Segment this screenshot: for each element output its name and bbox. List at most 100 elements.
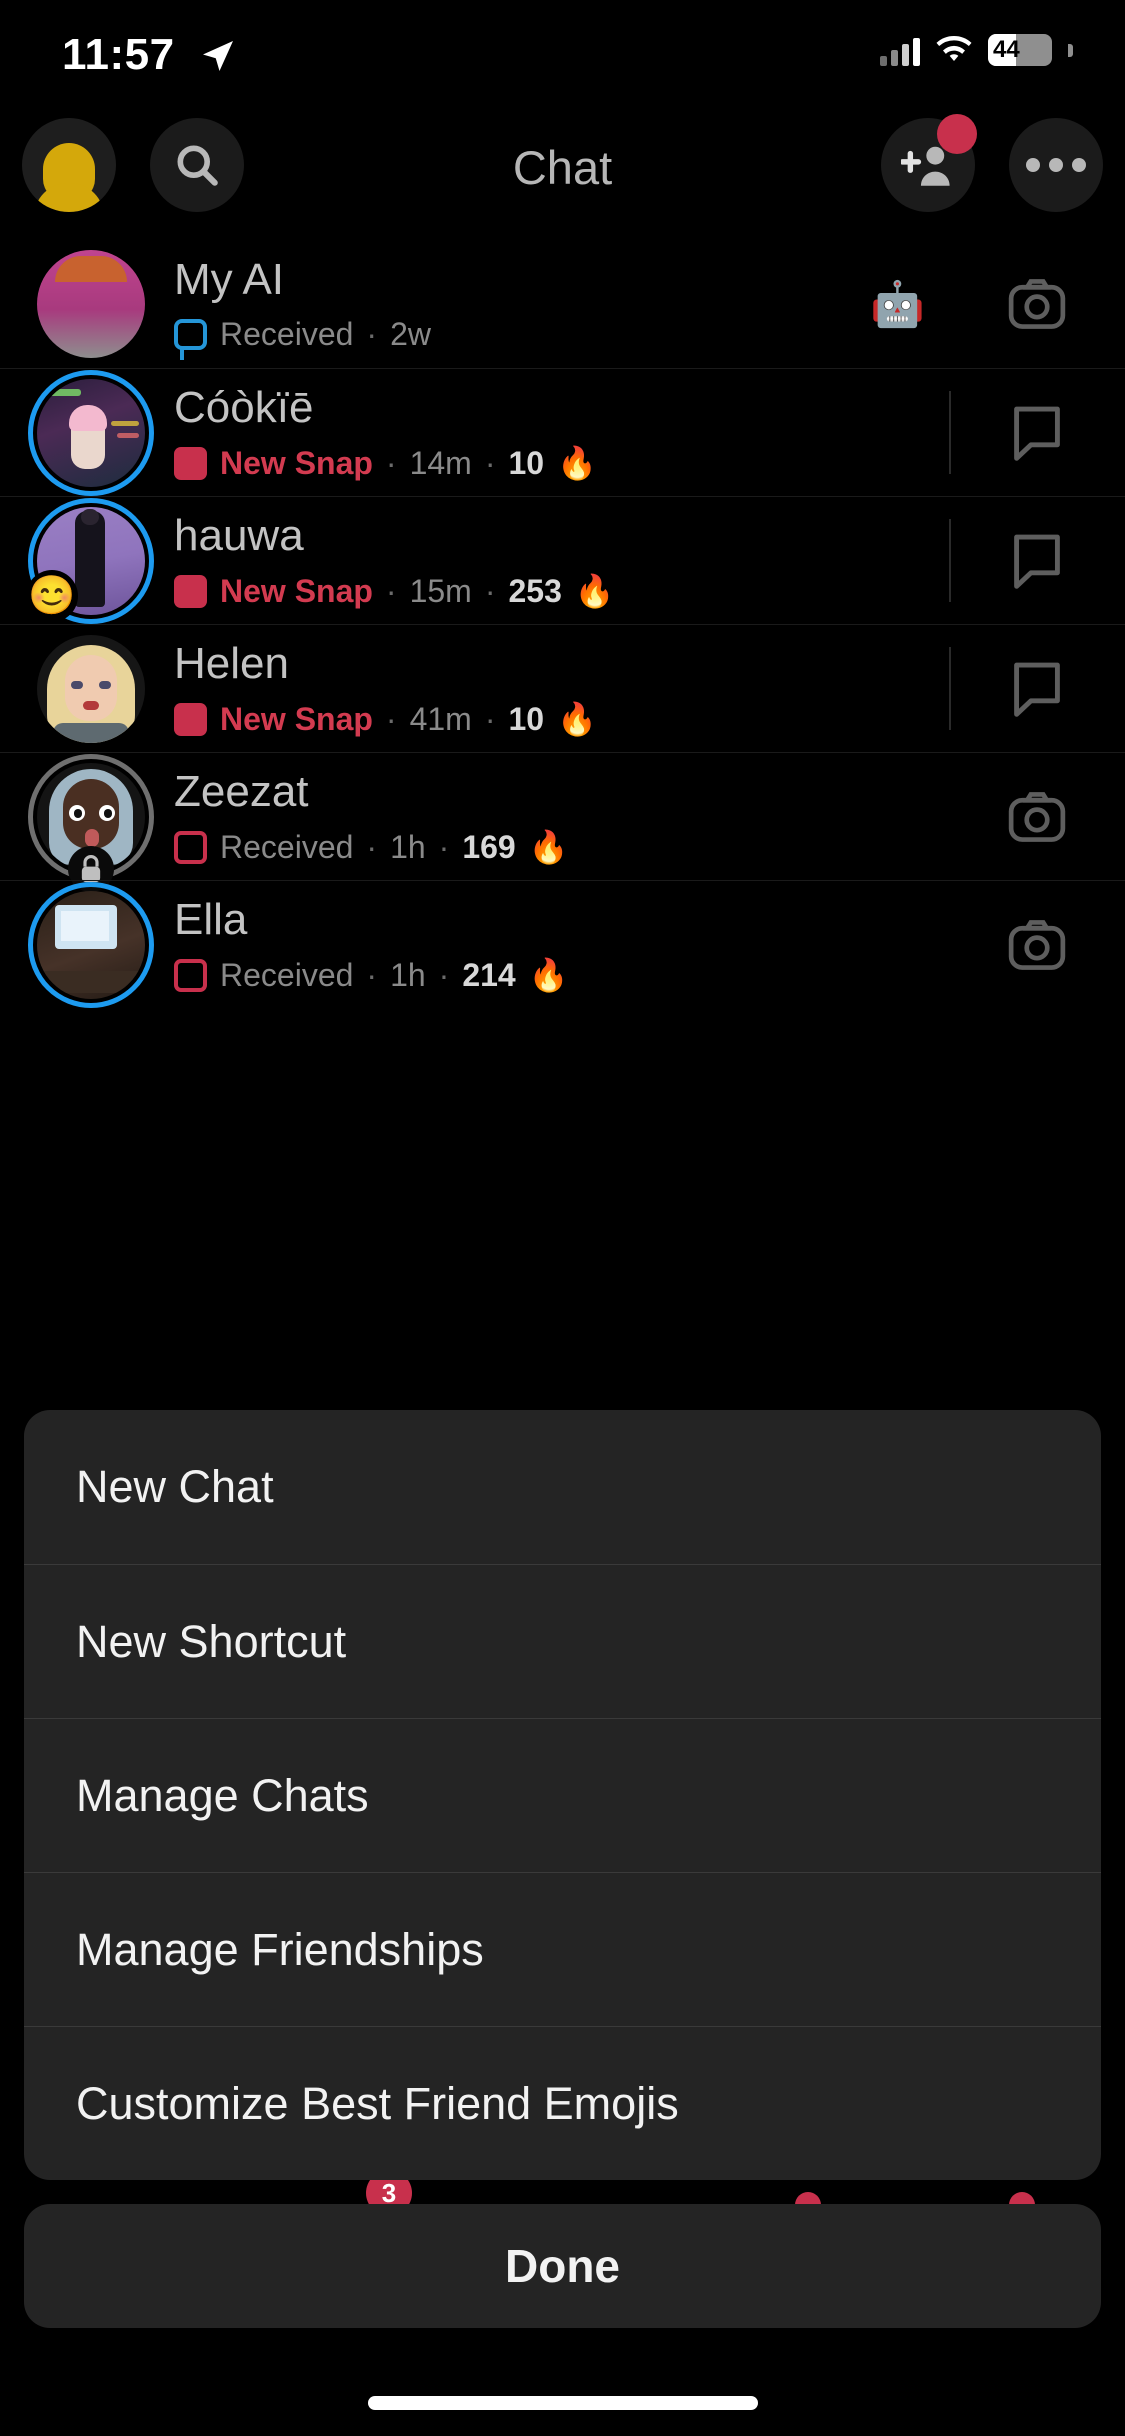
avatar[interactable] bbox=[28, 753, 154, 892]
status-separator: · bbox=[366, 828, 378, 865]
chat-timestamp: 1h bbox=[390, 828, 426, 865]
chat-action-camera[interactable] bbox=[949, 881, 1125, 1008]
snap-square-filled-icon bbox=[174, 702, 207, 736]
friend-emoji-badge: 😊 bbox=[26, 569, 78, 622]
robot-emoji-icon: 🤖 bbox=[870, 280, 925, 329]
chat-timestamp: 15m bbox=[409, 572, 472, 609]
chat-row-my-ai[interactable]: My AI Received · 2w 🤖 bbox=[0, 240, 1125, 368]
chat-timestamp: 14m bbox=[409, 444, 472, 481]
avatar-image-helen bbox=[37, 634, 145, 743]
streak-count: 10 bbox=[508, 444, 545, 481]
chat-list: My AI Received · 2w 🤖 Cóòkïē New Snap ·… bbox=[0, 240, 1125, 1008]
location-arrow-icon bbox=[203, 41, 233, 71]
chat-name: Cóòkïē bbox=[174, 382, 314, 432]
status-separator: · bbox=[484, 444, 496, 481]
battery-percent: 44 bbox=[993, 36, 1020, 63]
chat-status-label: New Snap bbox=[220, 572, 373, 609]
more-options-icon bbox=[1026, 158, 1086, 172]
chat-name: hauwa bbox=[174, 510, 304, 560]
status-bar: 11:57 44 bbox=[0, 0, 1125, 118]
chat-bubble-icon bbox=[1014, 534, 1060, 589]
chat-action-chat[interactable] bbox=[949, 497, 1125, 624]
battery-icon: 44 bbox=[988, 34, 1052, 66]
chat-bubble-icon bbox=[1014, 662, 1060, 717]
status-separator: · bbox=[385, 572, 397, 609]
action-sheet: New Chat New Shortcut Manage Chats Manag… bbox=[24, 1410, 1101, 2180]
chat-row-ella[interactable]: Ella Received · 1h · 214 🔥 bbox=[0, 880, 1125, 1008]
chat-timestamp: 2w bbox=[390, 316, 431, 353]
avatar[interactable] bbox=[28, 881, 154, 1008]
chat-status: New Snap · 15m · 253 🔥 bbox=[174, 572, 949, 610]
snapchat-chat-screen: 11:57 44 Chat My AI Received · 2w 🤖 Cóòk… bbox=[0, 0, 1125, 2436]
fire-emoji-icon: 🔥 bbox=[528, 829, 569, 866]
add-friend-notification-badge bbox=[937, 114, 977, 154]
chat-action-chat[interactable] bbox=[949, 625, 1125, 752]
status-separator: · bbox=[385, 700, 397, 737]
chat-action-camera[interactable] bbox=[949, 240, 1125, 368]
chat-status-label: Received bbox=[220, 828, 354, 865]
chat-status: New Snap · 41m · 10 🔥 bbox=[174, 700, 949, 738]
more-options-button[interactable] bbox=[1009, 118, 1103, 212]
chat-row-text: My AI Received · 2w bbox=[154, 255, 949, 361]
fire-emoji-icon: 🔥 bbox=[557, 701, 597, 738]
chat-bubble-outline-icon bbox=[174, 319, 207, 361]
chat-row-text: Helen New Snap · 41m · 10 🔥 bbox=[154, 639, 949, 738]
chat-name: Helen bbox=[174, 638, 289, 688]
app-header: Chat bbox=[0, 114, 1125, 228]
fire-emoji-icon: 🔥 bbox=[557, 445, 597, 482]
camera-icon bbox=[1008, 279, 1066, 329]
chat-status: Received · 2w bbox=[174, 316, 949, 361]
avatar[interactable] bbox=[28, 626, 154, 752]
status-separator: · bbox=[484, 700, 496, 737]
add-friend-button[interactable] bbox=[881, 114, 977, 212]
chat-status: Received · 1h · 169 🔥 bbox=[174, 828, 949, 866]
chat-name: Zeezat bbox=[174, 766, 309, 816]
chat-row-zeezat[interactable]: Zeezat Received · 1h · 169 🔥 bbox=[0, 752, 1125, 892]
chat-row-hauwa[interactable]: 😊 hauwa New Snap · 15m · 253 🔥 bbox=[0, 496, 1125, 624]
chat-row-text: hauwa New Snap · 15m · 253 🔥 bbox=[154, 511, 949, 610]
snap-square-filled-icon bbox=[174, 574, 207, 608]
snap-square-outline-icon bbox=[174, 958, 207, 992]
chat-status-label: New Snap bbox=[220, 444, 373, 481]
streak-count: 10 bbox=[508, 700, 545, 737]
chat-status-label: Received bbox=[220, 316, 354, 353]
streak-count: 214 bbox=[462, 956, 516, 993]
done-button[interactable]: Done bbox=[24, 2204, 1101, 2328]
status-separator: · bbox=[438, 956, 450, 993]
snap-square-outline-icon bbox=[174, 830, 207, 864]
chat-action-camera[interactable] bbox=[949, 753, 1125, 880]
status-bar-time: 11:57 bbox=[62, 30, 175, 79]
chat-row-text: Zeezat Received · 1h · 169 🔥 bbox=[154, 767, 949, 866]
fire-emoji-icon: 🔥 bbox=[528, 957, 569, 994]
chat-row-text: Ella Received · 1h · 214 🔥 bbox=[154, 895, 949, 994]
chat-row-cookie[interactable]: Cóòkïē New Snap · 14m · 10 🔥 bbox=[0, 368, 1125, 496]
story-ring-unviewed bbox=[28, 369, 154, 496]
story-ring-unviewed bbox=[28, 881, 154, 1008]
home-indicator bbox=[367, 2396, 758, 2410]
chat-timestamp: 1h bbox=[390, 956, 426, 993]
wifi-icon bbox=[936, 36, 972, 61]
chat-timestamp: 41m bbox=[409, 700, 472, 737]
streak-count: 169 bbox=[462, 828, 516, 865]
chat-status-label: Received bbox=[220, 956, 354, 993]
chat-row-text: Cóòkïē New Snap · 14m · 10 🔥 bbox=[154, 383, 949, 482]
status-separator: · bbox=[385, 444, 397, 481]
sheet-item-new-chat[interactable]: New Chat bbox=[24, 1410, 1101, 1564]
status-separator: · bbox=[366, 956, 378, 993]
status-separator: · bbox=[366, 316, 378, 353]
avatar[interactable] bbox=[28, 241, 154, 367]
lock-icon bbox=[81, 854, 101, 882]
chat-row-helen[interactable]: Helen New Snap · 41m · 10 🔥 bbox=[0, 624, 1125, 752]
avatar[interactable]: 😊 bbox=[26, 497, 154, 624]
avatar[interactable] bbox=[28, 369, 154, 496]
sheet-item-manage-chats[interactable]: Manage Chats bbox=[24, 1718, 1101, 1872]
chat-action-chat[interactable] bbox=[949, 369, 1125, 496]
status-bar-indicators: 44 bbox=[880, 34, 1073, 66]
chat-status-label: New Snap bbox=[220, 700, 373, 737]
sheet-item-manage-friendships[interactable]: Manage Friendships bbox=[24, 1872, 1101, 2026]
sheet-item-customize-best-friend-emojis[interactable]: Customize Best Friend Emojis bbox=[24, 2026, 1101, 2180]
avatar-image-my-ai bbox=[37, 250, 145, 358]
chat-name: Ella bbox=[174, 894, 248, 944]
sheet-item-new-shortcut[interactable]: New Shortcut bbox=[24, 1564, 1101, 1718]
snap-square-filled-icon bbox=[174, 446, 207, 480]
